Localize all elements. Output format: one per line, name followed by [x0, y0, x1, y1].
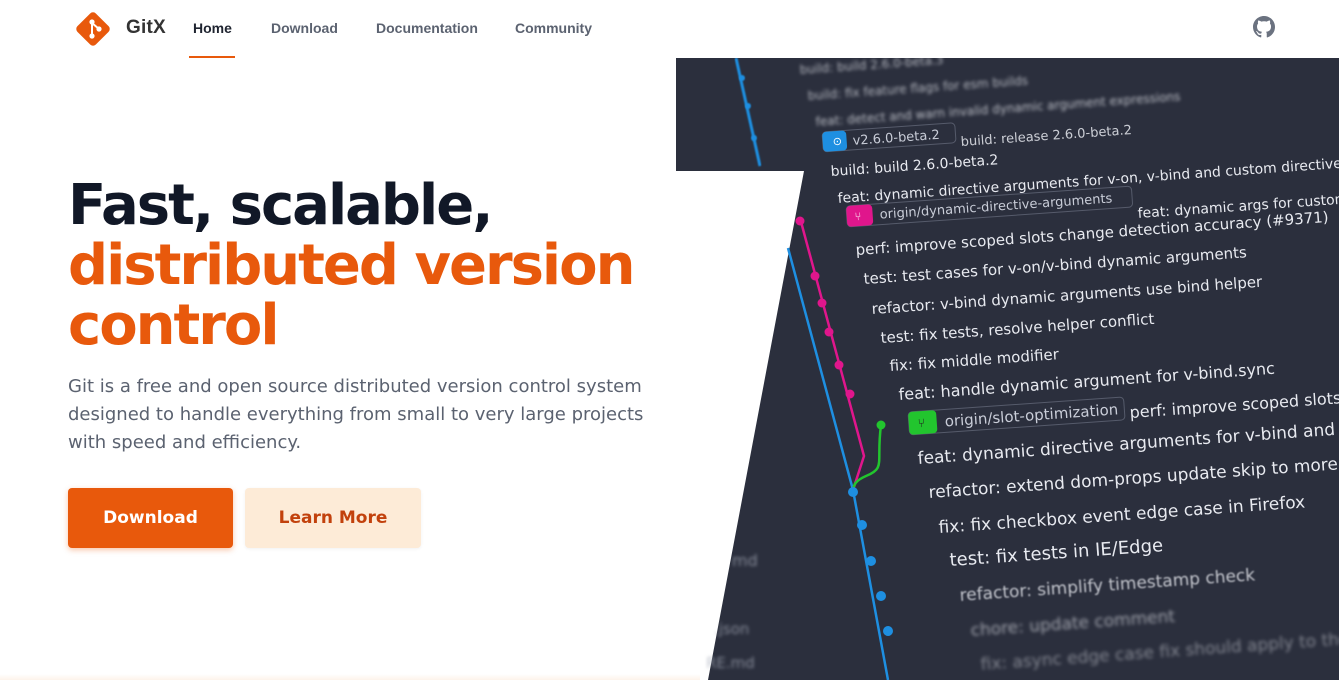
nav-documentation[interactable]: Documentation — [376, 20, 478, 36]
fragment-text: md — [732, 551, 758, 570]
learn-more-button[interactable]: Learn More — [245, 488, 421, 548]
hero-title-line-1: Fast, scalable, — [68, 173, 493, 238]
hero-title-line-2: distributed version — [68, 233, 635, 298]
nav-home[interactable]: Home — [193, 20, 232, 36]
brand-name[interactable]: GitX — [126, 17, 166, 39]
svg-text:⊙: ⊙ — [832, 135, 842, 149]
top-nav: GitX Home Download Documentation Communi… — [0, 0, 1339, 58]
fragment-text: .json — [714, 620, 749, 638]
git-graph-illustration: ⊙ v2.6.0-beta.2 ⑂ origin/dynamic-directi… — [676, 58, 1339, 680]
fragment-text: RE.md — [706, 654, 755, 672]
download-button[interactable]: Download — [68, 488, 233, 548]
hero-title: Fast, scalable, distributed version cont… — [68, 176, 648, 356]
hero-title-line-3: control — [68, 293, 280, 358]
git-logo-icon[interactable] — [72, 8, 114, 50]
nav-community[interactable]: Community — [515, 20, 592, 36]
github-icon[interactable] — [1253, 16, 1275, 38]
svg-text:⑂: ⑂ — [917, 416, 925, 430]
active-tab-indicator — [189, 56, 235, 58]
bottom-divider — [0, 674, 700, 680]
svg-text:⑂: ⑂ — [854, 210, 862, 223]
nav-download[interactable]: Download — [271, 20, 338, 36]
hero-description: Git is a free and open source distribute… — [68, 376, 644, 453]
